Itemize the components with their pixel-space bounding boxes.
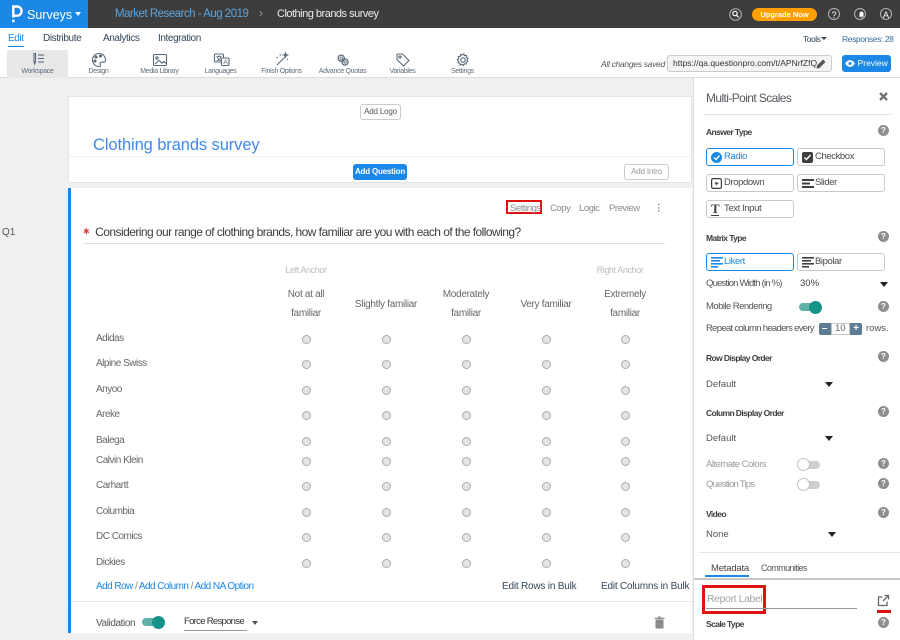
svg-text:A: A <box>223 59 228 66</box>
